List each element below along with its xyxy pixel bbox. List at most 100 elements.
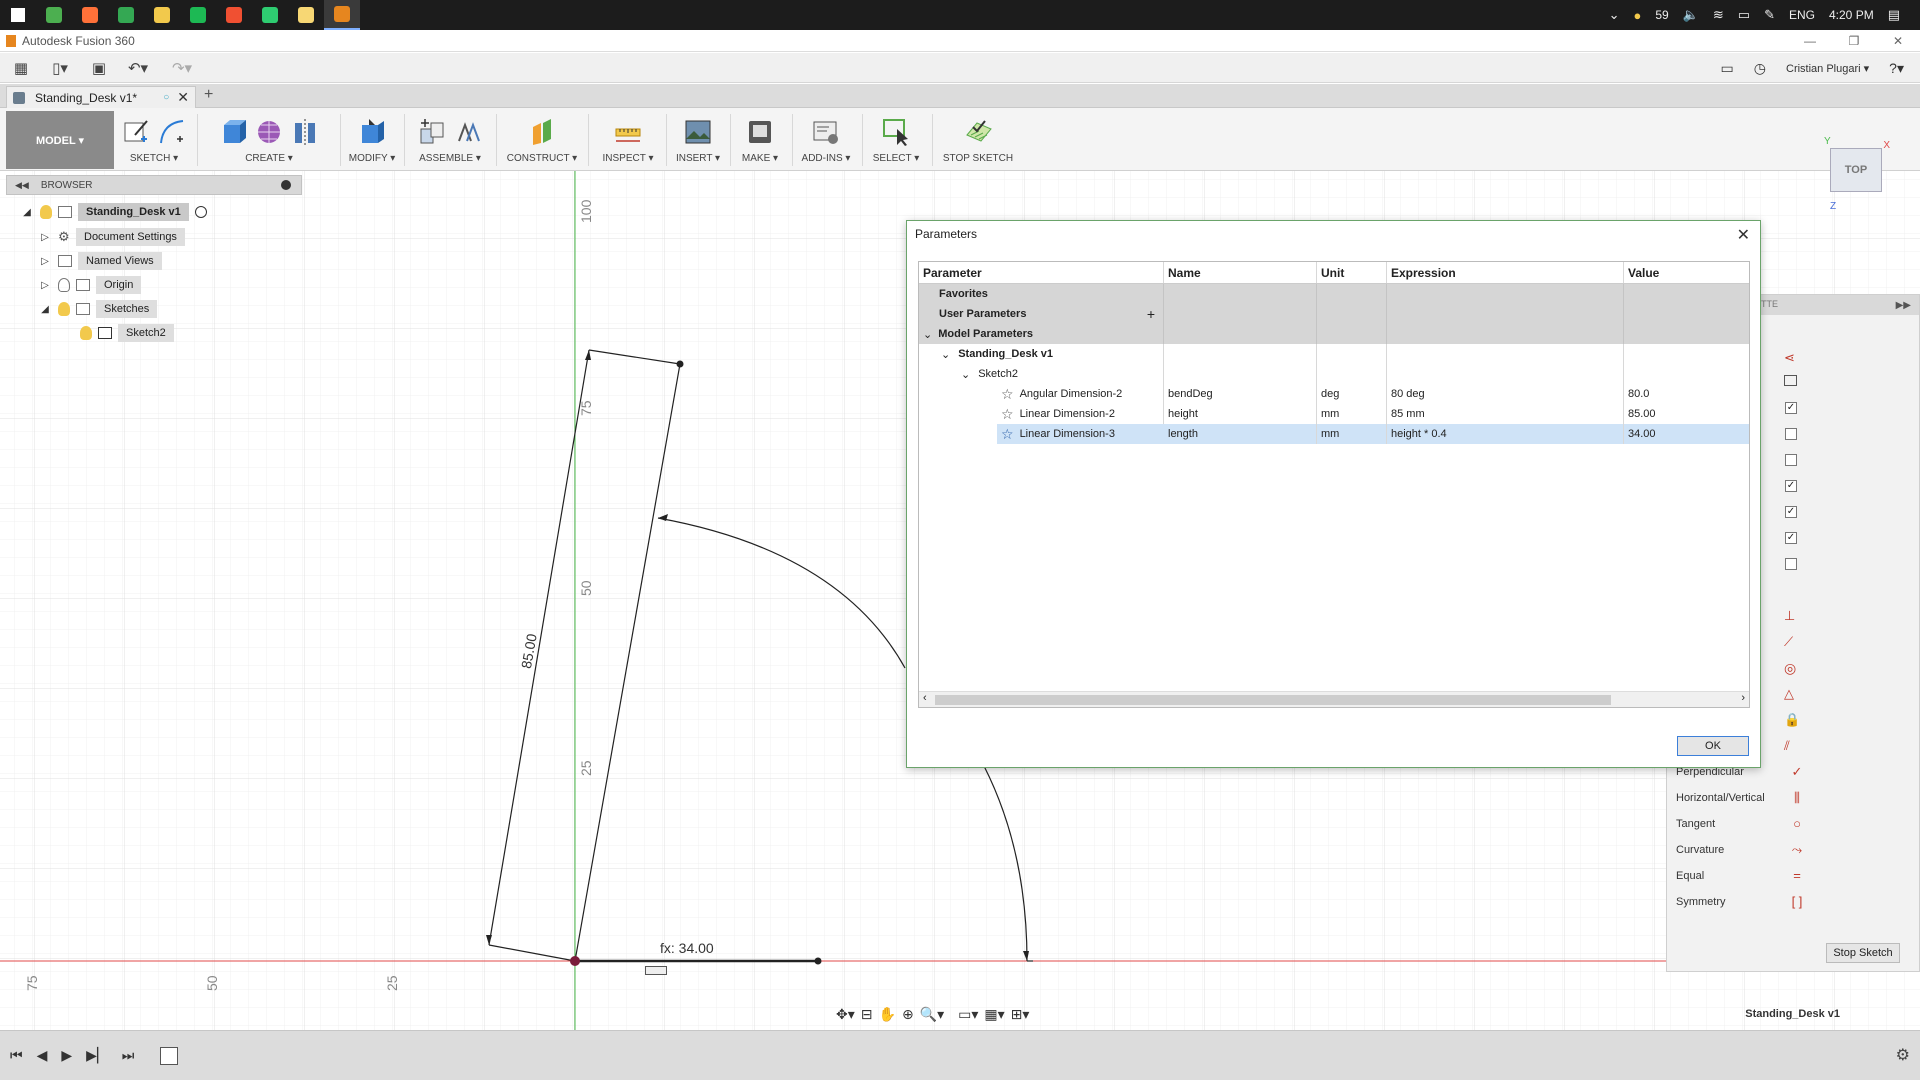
constraint-equal[interactable]: Equal = xyxy=(1676,866,1916,886)
redo-icon[interactable]: ↷▾ xyxy=(160,55,204,81)
browser-header[interactable]: ◀◀ BROWSER xyxy=(6,175,302,195)
browser-node-document-settings[interactable]: ▷ ⚙ Document Settings xyxy=(38,227,185,247)
timeline-prev-icon[interactable]: ◀ xyxy=(37,1047,48,1064)
git-icon[interactable] xyxy=(216,0,252,30)
joint-icon[interactable] xyxy=(453,117,483,147)
scripts-icon[interactable] xyxy=(811,117,841,147)
folder-icon[interactable] xyxy=(288,0,324,30)
offset-plane-icon[interactable] xyxy=(527,117,557,147)
inspect-group[interactable]: INSPECT ▾ xyxy=(594,108,662,171)
palette-option-icon-1[interactable]: ⋖ xyxy=(1784,350,1795,366)
expression-cell[interactable]: 80 deg xyxy=(1387,384,1624,404)
timeline-play-icon[interactable]: ▶ xyxy=(61,1047,72,1064)
extrude-icon[interactable] xyxy=(218,117,248,147)
collapse-model-params-icon[interactable]: ⌄ xyxy=(923,328,932,341)
constraint-collinear-icon[interactable]: ⟋ xyxy=(1784,634,1793,650)
pen-icon[interactable]: ✎ xyxy=(1764,7,1775,23)
messaging-icon[interactable] xyxy=(252,0,288,30)
visibility-bulb-icon[interactable] xyxy=(58,278,70,292)
expand-triangle-icon[interactable]: ◢ xyxy=(38,304,52,315)
create-group[interactable]: CREATE ▾ xyxy=(204,108,334,171)
favorites-row[interactable]: Favorites xyxy=(919,284,1749,304)
table-row[interactable]: ☆ Angular Dimension-2 bendDeg deg 80 deg … xyxy=(919,384,1749,404)
user-parameters-row[interactable]: User Parameters + xyxy=(919,304,1749,324)
zoom-icon[interactable]: ⊕ xyxy=(902,1006,914,1023)
dimension-fx-label[interactable]: fx: 34.00 xyxy=(660,940,714,956)
palette-option-checkbox[interactable]: ✓ xyxy=(1785,480,1797,492)
undo-icon[interactable]: ↶▾ xyxy=(116,55,160,81)
dialog-close-icon[interactable]: ✕ xyxy=(1737,225,1750,245)
fusion360-icon[interactable] xyxy=(324,0,360,30)
arc-icon[interactable] xyxy=(157,117,187,147)
expand-triangle-icon[interactable]: ◢ xyxy=(20,207,34,218)
display-settings-icon[interactable]: ▭▾ xyxy=(958,1006,978,1023)
stop-sketch-icon[interactable] xyxy=(963,117,993,147)
palette-option-checkbox[interactable]: ✓ xyxy=(1785,506,1797,518)
look-at-icon[interactable]: ⊟ xyxy=(861,1006,873,1023)
grid-settings-icon[interactable]: ▦▾ xyxy=(984,1006,1004,1023)
notifications-icon[interactable]: ▤ xyxy=(1888,7,1900,23)
expand-triangle-icon[interactable]: ▷ xyxy=(38,280,52,291)
constraint-curvature[interactable]: Curvature ⤳ xyxy=(1676,840,1916,860)
construct-group[interactable]: CONSTRUCT ▾ xyxy=(504,108,580,171)
history-icon[interactable]: ◷ xyxy=(1754,60,1766,77)
language-indicator[interactable]: ENG xyxy=(1789,8,1815,22)
data-panel-grid-icon[interactable]: ▦ xyxy=(4,55,38,81)
calendar-app-icon[interactable] xyxy=(36,0,72,30)
browser-node-sketch2[interactable]: Sketch2 xyxy=(74,323,174,343)
header-value[interactable]: Value xyxy=(1624,262,1749,283)
constraint-parallel-icon[interactable]: ⫽ xyxy=(1784,738,1790,754)
volume-icon[interactable]: 🔈 xyxy=(1683,7,1699,23)
spotify-icon[interactable] xyxy=(180,0,216,30)
favorite-star-icon[interactable]: ☆ xyxy=(1001,426,1014,443)
save-icon[interactable]: ▣ xyxy=(82,55,116,81)
constraint-symmetry[interactable]: Symmetry [ ] xyxy=(1676,892,1916,912)
visibility-bulb-icon[interactable] xyxy=(80,326,92,340)
close-window-button[interactable]: ✕ xyxy=(1876,30,1920,52)
fit-icon[interactable]: 🔍▾ xyxy=(920,1006,944,1023)
user-menu[interactable]: Cristian Plugari ▾ xyxy=(1786,62,1869,75)
minimize-button[interactable]: — xyxy=(1788,30,1832,52)
make-group[interactable]: MAKE ▾ xyxy=(734,108,786,171)
windows-start-icon[interactable] xyxy=(0,0,36,30)
palette-collapse-icon[interactable]: ▶▶ xyxy=(1896,300,1911,311)
timeline-first-icon[interactable]: ⏮ xyxy=(10,1047,23,1064)
name-cell[interactable]: height xyxy=(1164,404,1317,424)
chrome-icon[interactable] xyxy=(108,0,144,30)
activate-radio-icon[interactable] xyxy=(194,206,207,218)
palette-option-icon-2[interactable] xyxy=(1784,375,1797,386)
select-group[interactable]: SELECT ▾ xyxy=(866,108,926,171)
timeline-next-icon[interactable]: ▶▏ xyxy=(86,1047,108,1064)
sketch-row[interactable]: ⌄ Sketch2 xyxy=(919,364,1749,384)
scroll-right-icon[interactable]: › xyxy=(1741,692,1745,704)
browser-node-root[interactable]: ◢ Standing_Desk v1 xyxy=(20,202,207,222)
new-tab-icon[interactable]: + xyxy=(204,86,213,104)
constraint-tangent[interactable]: Tangent ○ xyxy=(1676,814,1916,834)
file-explorer-icon[interactable] xyxy=(144,0,180,30)
scrollbar-thumb[interactable] xyxy=(935,695,1611,705)
horizontal-scrollbar[interactable]: ‹ › xyxy=(919,691,1749,707)
chevron-up-icon[interactable]: ⌄ xyxy=(1609,7,1620,23)
modify-group[interactable]: MODIFY ▾ xyxy=(346,108,398,171)
add-user-parameter-icon[interactable]: + xyxy=(1147,306,1155,322)
collapse-browser-icon[interactable]: ◀◀ xyxy=(15,180,29,191)
press-pull-icon[interactable] xyxy=(357,117,387,147)
component-row[interactable]: ⌄ Standing_Desk v1 xyxy=(919,344,1749,364)
header-unit[interactable]: Unit xyxy=(1317,262,1387,283)
job-status-icon[interactable]: ▭ xyxy=(1721,60,1734,77)
timeline-settings-gear-icon[interactable]: ⚙ xyxy=(1896,1045,1910,1065)
addins-group[interactable]: ADD-INS ▾ xyxy=(796,108,856,171)
browser-node-named-views[interactable]: ▷ Named Views xyxy=(38,251,162,271)
palette-option-checkbox[interactable] xyxy=(1785,454,1797,466)
browser-minimize-icon[interactable] xyxy=(281,180,291,190)
pan-icon[interactable]: ✋ xyxy=(879,1006,896,1023)
timeline-last-icon[interactable]: ⏭ xyxy=(122,1047,135,1064)
form-icon[interactable] xyxy=(254,117,284,147)
name-cell[interactable]: length xyxy=(1164,424,1317,444)
viewcube[interactable]: TOP xyxy=(1830,148,1882,192)
constraint-midpoint-icon[interactable]: △ xyxy=(1784,686,1794,702)
help-icon[interactable]: ?▾ xyxy=(1889,60,1904,77)
collapse-component-icon[interactable]: ⌄ xyxy=(941,348,950,361)
sketch-group[interactable]: SKETCH ▾ xyxy=(118,108,190,171)
palette-option-checkbox[interactable]: ✓ xyxy=(1785,402,1797,414)
